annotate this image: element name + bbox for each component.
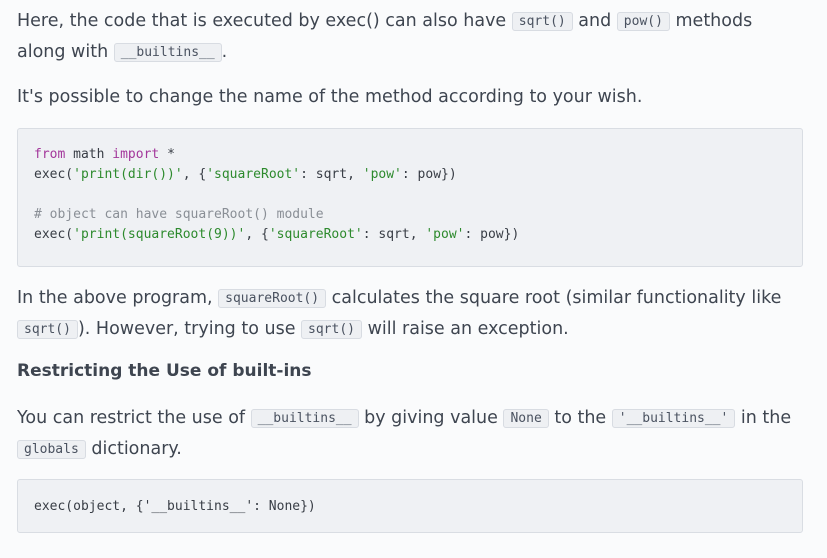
code-line: exec('print(squareRoot(9))', {'squareRoo… bbox=[34, 227, 520, 242]
inline-code-builtins: __builtins__ bbox=[113, 43, 222, 62]
inline-code-sqrt: sqrt() bbox=[17, 320, 78, 339]
paragraph-text: In the above program, bbox=[17, 288, 219, 308]
inline-code-sqrt: sqrt() bbox=[511, 12, 573, 31]
inline-code-globals: globals bbox=[17, 440, 86, 459]
paragraph-text: to the bbox=[548, 408, 612, 428]
code-line: exec('print(dir())', {'squareRoot': sqrt… bbox=[34, 167, 457, 182]
article-page: Here, the code that is executed by exec(… bbox=[0, 0, 827, 558]
inline-code-builtins-string: '__builtins__' bbox=[611, 409, 736, 428]
paragraph-text: calculates the square root (similar func… bbox=[326, 288, 782, 308]
paragraph-restrict-builtins: You can restrict the use of __builtins__… bbox=[17, 403, 805, 465]
paragraph-text: in the bbox=[735, 408, 792, 428]
paragraph-text: by giving value bbox=[358, 408, 504, 428]
code-block-squareroot: from math import * exec('print(dir())', {… bbox=[17, 128, 803, 267]
code-line: # object can have squareRoot() module bbox=[34, 207, 324, 222]
paragraph-text: dictionary. bbox=[85, 439, 182, 459]
inline-code-none: None bbox=[503, 409, 549, 428]
paragraph-text: . bbox=[221, 42, 228, 62]
code-content: exec(object, {'__builtins__': None}) bbox=[34, 497, 802, 517]
inline-code-builtins: __builtins__ bbox=[250, 409, 359, 428]
code-line: exec(object, {'__builtins__': None}) bbox=[34, 499, 316, 514]
inline-code-pow: pow() bbox=[616, 12, 670, 31]
paragraph-rename-method: It's possible to change the name of the … bbox=[17, 82, 805, 112]
paragraph-program-explanation: In the above program, squareRoot() calcu… bbox=[17, 283, 805, 345]
inline-code-sqrt: sqrt() bbox=[301, 320, 362, 339]
paragraph-text: You can restrict the use of bbox=[17, 408, 251, 428]
paragraph-text: Here, the code that is executed by exec(… bbox=[17, 11, 512, 31]
inline-code-squareroot: squareRoot() bbox=[218, 289, 327, 308]
paragraph-text: will raise an exception. bbox=[362, 319, 569, 339]
paragraph-text: ). However, trying to use bbox=[77, 319, 302, 339]
code-content: from math import * exec('print(dir())', {… bbox=[34, 145, 802, 245]
paragraph-text: and bbox=[572, 11, 617, 31]
paragraph-text: It's possible to change the name of the … bbox=[17, 87, 643, 107]
code-block-restrict: exec(object, {'__builtins__': None}) bbox=[17, 479, 803, 533]
code-line: from math import * bbox=[34, 147, 175, 162]
section-heading: Restricting the Use of built-ins bbox=[17, 361, 312, 381]
paragraph-exec-methods: Here, the code that is executed by exec(… bbox=[17, 6, 805, 68]
